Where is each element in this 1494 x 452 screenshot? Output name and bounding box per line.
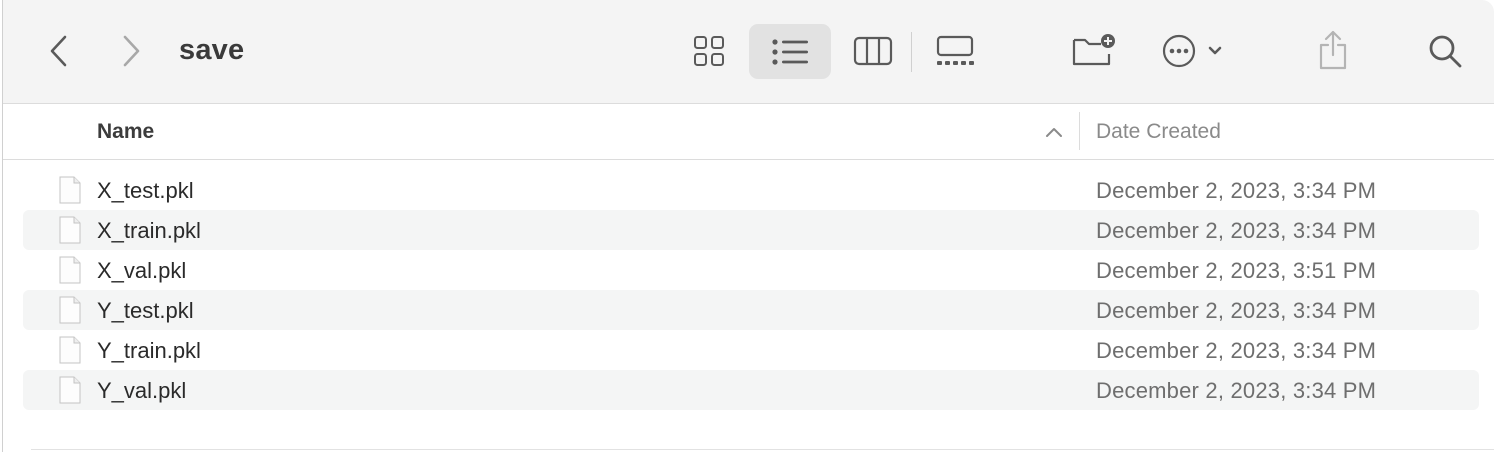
- divider: [31, 449, 1494, 450]
- gallery-view-icon[interactable]: [929, 30, 981, 72]
- column-view-icon[interactable]: [849, 30, 897, 72]
- file-date: December 2, 2023, 3:51 PM: [1096, 258, 1377, 283]
- column-name-header[interactable]: Name: [97, 120, 154, 144]
- list-item[interactable]: Y_val.pkl December 2, 2023, 3:34 PM: [23, 370, 1479, 410]
- document-icon: [59, 296, 81, 324]
- finder-window: save Name Date Created X_test.pkl Decemb…: [2, 0, 1494, 452]
- list-view-icon[interactable]: [749, 24, 831, 79]
- grid-view-icon[interactable]: [685, 30, 733, 72]
- toolbar: save: [3, 0, 1494, 104]
- file-name: X_train.pkl: [97, 218, 201, 243]
- file-list: X_test.pkl December 2, 2023, 3:34 PM X_t…: [23, 170, 1479, 410]
- list-item[interactable]: Y_test.pkl December 2, 2023, 3:34 PM: [23, 290, 1479, 330]
- file-name: X_test.pkl: [97, 178, 194, 203]
- file-name: X_val.pkl: [97, 258, 187, 283]
- list-item[interactable]: X_train.pkl December 2, 2023, 3:34 PM: [23, 210, 1479, 250]
- file-date: December 2, 2023, 3:34 PM: [1096, 298, 1377, 323]
- share-icon[interactable]: [1311, 26, 1355, 74]
- chevron-right-icon[interactable]: [115, 30, 147, 72]
- document-icon: [59, 376, 81, 404]
- file-name: Y_val.pkl: [97, 378, 187, 403]
- ellipsis-circle-icon[interactable]: [1155, 30, 1231, 72]
- file-date: December 2, 2023, 3:34 PM: [1096, 178, 1377, 203]
- file-name: Y_train.pkl: [97, 338, 201, 363]
- document-icon: [59, 216, 81, 244]
- column-date-created-header[interactable]: Date Created: [1096, 120, 1221, 144]
- document-icon: [59, 176, 81, 204]
- file-date: December 2, 2023, 3:34 PM: [1096, 338, 1377, 363]
- toolbar-divider: [911, 32, 912, 72]
- chevron-up-icon[interactable]: [1043, 124, 1065, 140]
- document-icon: [59, 336, 81, 364]
- column-header: Name Date Created: [3, 104, 1494, 160]
- file-name: Y_test.pkl: [97, 298, 194, 323]
- folder-badge-plus-icon[interactable]: [1067, 28, 1121, 72]
- list-item[interactable]: X_val.pkl December 2, 2023, 3:51 PM: [23, 250, 1479, 290]
- list-item[interactable]: X_test.pkl December 2, 2023, 3:34 PM: [23, 170, 1479, 210]
- column-divider[interactable]: [1079, 112, 1080, 150]
- file-date: December 2, 2023, 3:34 PM: [1096, 218, 1377, 243]
- magnifying-glass-icon[interactable]: [1423, 30, 1467, 72]
- chevron-left-icon[interactable]: [43, 30, 75, 72]
- document-icon: [59, 256, 81, 284]
- window-title: save: [179, 34, 245, 66]
- file-date: December 2, 2023, 3:34 PM: [1096, 378, 1377, 403]
- list-item[interactable]: Y_train.pkl December 2, 2023, 3:34 PM: [23, 330, 1479, 370]
